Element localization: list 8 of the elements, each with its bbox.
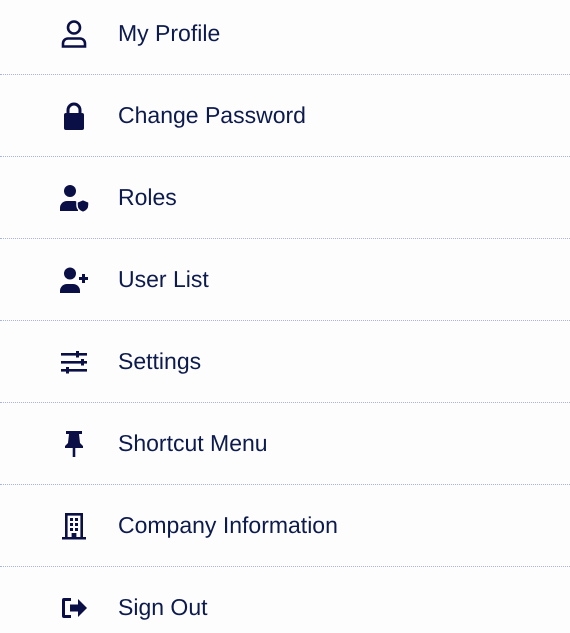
menu-item-label: User List bbox=[118, 266, 209, 293]
menu-item-label: Change Password bbox=[118, 102, 306, 129]
menu-item-label: Sign Out bbox=[118, 594, 208, 621]
menu-item-label: Settings bbox=[118, 348, 202, 375]
menu-item-label: Roles bbox=[118, 184, 177, 211]
menu-item-label: Shortcut Menu bbox=[118, 430, 268, 457]
menu-item-label: My Profile bbox=[118, 20, 220, 47]
menu-item-label: Company Information bbox=[118, 512, 338, 539]
